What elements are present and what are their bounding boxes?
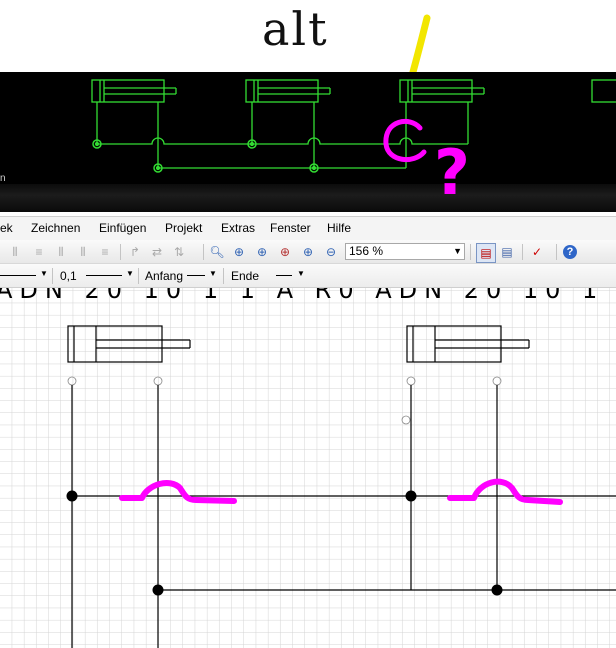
menu-bearbeiten[interactable]: ek (0, 221, 13, 235)
line-end-label: Ende (231, 269, 260, 283)
chevron-down-icon[interactable]: ▼ (209, 269, 217, 278)
old-cad-view: n (0, 72, 616, 212)
magenta-highlight-circle (383, 118, 427, 162)
menu-fenster[interactable]: Fenster (270, 221, 311, 235)
grid-drawing (0, 288, 616, 648)
line-start-preview (187, 275, 205, 276)
chevron-down-icon[interactable]: ▼ (297, 269, 305, 278)
yellow-marker-stroke (409, 14, 431, 74)
zoom-selection-icon[interactable]: ⊕ (276, 243, 294, 261)
old-view-edge-label: n (0, 173, 6, 184)
line-properties-toolbar: ▼ 0,1 ▼ Anfang ▼ Ende ▼ (0, 264, 616, 288)
toolbar-separator (203, 244, 204, 260)
zoom-window-icon[interactable]: 🔍︎ (208, 243, 226, 261)
menu-bar: ek Zeichnen Einfügen Projekt Extras Fens… (0, 216, 616, 240)
menu-einfuegen[interactable]: Einfügen (99, 221, 146, 235)
zoom-out-icon[interactable]: ⊖ (322, 243, 340, 261)
canvas-ruler-text: ADN 20 10 1 1 A R0 ADN 20 10 1 1 A R0 (0, 288, 616, 304)
align-right-icon[interactable]: ⫴ (52, 243, 70, 261)
menu-hilfe[interactable]: Hilfe (327, 221, 351, 235)
check-document-icon[interactable]: ✓ (528, 243, 546, 261)
menu-extras[interactable]: Extras (221, 221, 255, 235)
line-width-preview (86, 275, 122, 276)
flip-icon[interactable]: ⇅ (170, 243, 188, 261)
magenta-question-mark: ? (434, 136, 470, 209)
toolbar-separator (470, 244, 471, 260)
align-center-icon[interactable]: ≡ (30, 243, 48, 261)
rotate-icon[interactable]: ↱ (126, 243, 144, 261)
page-layout-icon[interactable]: ▤ (498, 243, 516, 261)
zoom-page-icon[interactable]: ⊕ (253, 243, 271, 261)
line-start-label: Anfang (145, 269, 184, 283)
handwritten-alt-label: alt (262, 2, 329, 56)
chevron-down-icon[interactable]: ▼ (40, 269, 48, 278)
menu-projekt[interactable]: Projekt (165, 221, 202, 235)
toolbar-separator (522, 244, 523, 260)
old-circuit-drawing (91, 79, 616, 173)
zoom-all-icon[interactable]: ⊕ (230, 243, 248, 261)
zoom-level-select[interactable]: 156 % ▼ (345, 243, 465, 260)
toolbar-separator (52, 268, 53, 284)
toolbar-separator (556, 244, 557, 260)
zoom-in-icon[interactable]: ⊕ (299, 243, 317, 261)
chevron-down-icon[interactable]: ▼ (126, 269, 134, 278)
toolbar-separator (138, 268, 139, 284)
toolbar-separator (223, 268, 224, 284)
main-toolbar: ⫴ ≡ ⫴ ⫴ ≡ ↱ ⇄ ⇅ 🔍︎ ⊕ ⊕ ⊕ ⊕ ⊖ 156 % ▼ ▤ ▤… (0, 240, 616, 264)
distribute-vertical-icon[interactable]: ≡ (96, 243, 114, 261)
line-end-preview (276, 275, 292, 276)
distribute-icon[interactable]: ⫴ (74, 243, 92, 261)
mirror-icon[interactable]: ⇄ (148, 243, 166, 261)
line-style-preview (0, 275, 36, 276)
annotation-area: alt (0, 0, 616, 74)
menu-zeichnen[interactable]: Zeichnen (31, 221, 80, 235)
chevron-down-icon: ▼ (453, 246, 462, 256)
help-icon[interactable]: ? (563, 245, 577, 259)
page-view-icon[interactable]: ▤ (476, 243, 496, 263)
old-view-toolbar-band (0, 184, 616, 212)
align-left-icon[interactable]: ⫴ (6, 243, 24, 261)
drawing-canvas[interactable]: ADN 20 10 1 1 A R0 ADN 20 10 1 1 A R0 (0, 288, 616, 648)
zoom-level-value: 156 % (349, 244, 384, 258)
line-width-value[interactable]: 0,1 (60, 269, 77, 283)
toolbar-separator (120, 244, 121, 260)
